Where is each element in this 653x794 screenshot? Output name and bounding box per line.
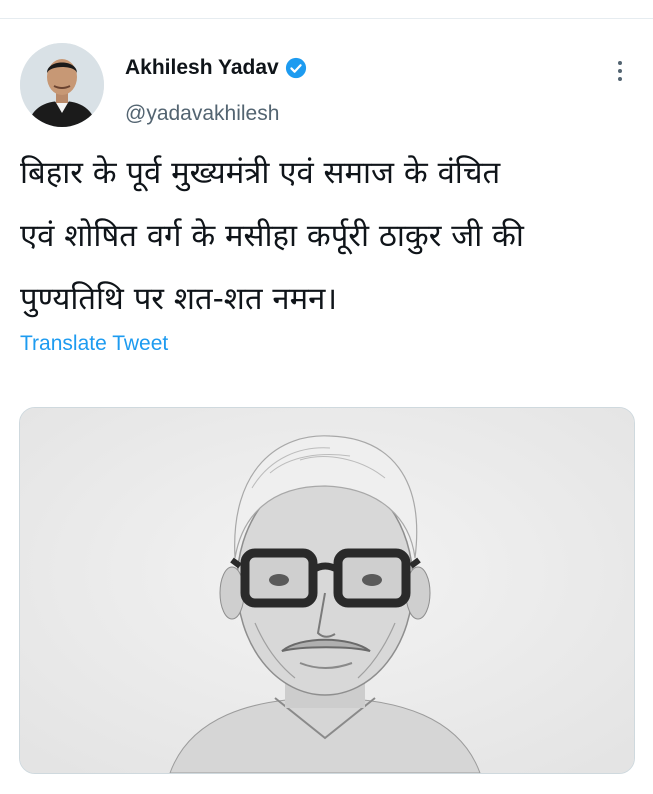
more-dot — [618, 61, 622, 65]
portrait-sketch-image — [20, 408, 634, 773]
tweet-media[interactable] — [19, 407, 635, 774]
more-dot — [618, 69, 622, 73]
avatar-image — [20, 43, 104, 127]
more-dot — [618, 77, 622, 81]
avatar[interactable] — [20, 43, 104, 127]
author-handle[interactable]: @yadavakhilesh — [125, 102, 279, 126]
top-divider — [0, 18, 653, 19]
verified-badge-icon[interactable] — [285, 57, 307, 79]
tweet-text: बिहार के पूर्व मुख्यमंत्री एवं समाज के व… — [20, 155, 524, 317]
author-name-row: Akhilesh Yadav — [125, 56, 307, 80]
translate-tweet-link[interactable]: Translate Tweet — [20, 332, 168, 356]
more-options-icon[interactable] — [606, 56, 634, 86]
author-name[interactable]: Akhilesh Yadav — [125, 56, 279, 80]
